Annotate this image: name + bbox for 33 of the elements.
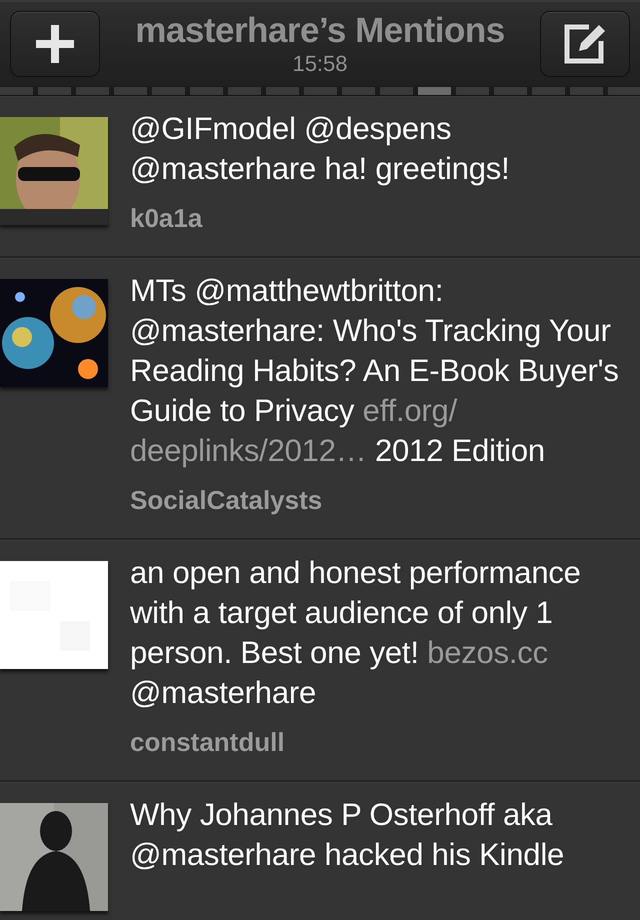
page-indicator[interactable] (494, 87, 527, 95)
compose-icon (562, 23, 607, 65)
compose-button[interactable] (540, 11, 630, 77)
page-indicator[interactable] (570, 87, 603, 95)
page-indicator[interactable] (608, 87, 640, 95)
link[interactable]: bezos.cc (427, 635, 548, 670)
page-indicator[interactable] (76, 87, 109, 95)
page-indicator[interactable] (456, 87, 489, 95)
link[interactable]: eff.org/ (362, 393, 457, 428)
tweet-text: @GIFmodel @despens @masterhare ha! greetings! (130, 110, 511, 188)
plus-icon (36, 25, 74, 63)
time-label: 15:58 (292, 52, 348, 76)
page-indicator[interactable] (190, 87, 223, 95)
page-indicator[interactable] (418, 87, 451, 95)
page-indicator[interactable] (114, 87, 147, 95)
window-title: masterhare’s Mentions (135, 12, 505, 50)
page-indicator[interactable] (304, 87, 337, 95)
page-indicator[interactable] (228, 87, 261, 95)
tweet-text: an open and honest performance with a target audience of only 1 person. Best one yet! bezos.cc @masterhare (130, 554, 582, 712)
page-indicator[interactable] (266, 87, 299, 95)
page-indicator[interactable] (0, 87, 33, 95)
username: SocialCatalysts (130, 485, 324, 516)
tweet-text: Why Johannes P Osterhoff aka @masterhare hacked his Kindle (130, 796, 566, 874)
page-indicator[interactable] (152, 87, 185, 95)
page-indicator[interactable] (532, 87, 565, 95)
link[interactable]: deeplinks/2012… (130, 433, 367, 468)
username: k0a1a (130, 203, 204, 234)
add-button[interactable] (10, 11, 100, 77)
page-indicator[interactable] (380, 87, 413, 95)
tweet-text: MTs @matthewtbritton: @masterhare: Who's Tracking Your Reading Habits? An E-Book Buyer's Guide to Privacy eff.org/ deeplinks/2012… 2012 Edition (130, 272, 620, 470)
page-indicator[interactable] (342, 87, 375, 95)
username: constantdull (130, 727, 286, 758)
page-indicator[interactable] (38, 87, 71, 95)
